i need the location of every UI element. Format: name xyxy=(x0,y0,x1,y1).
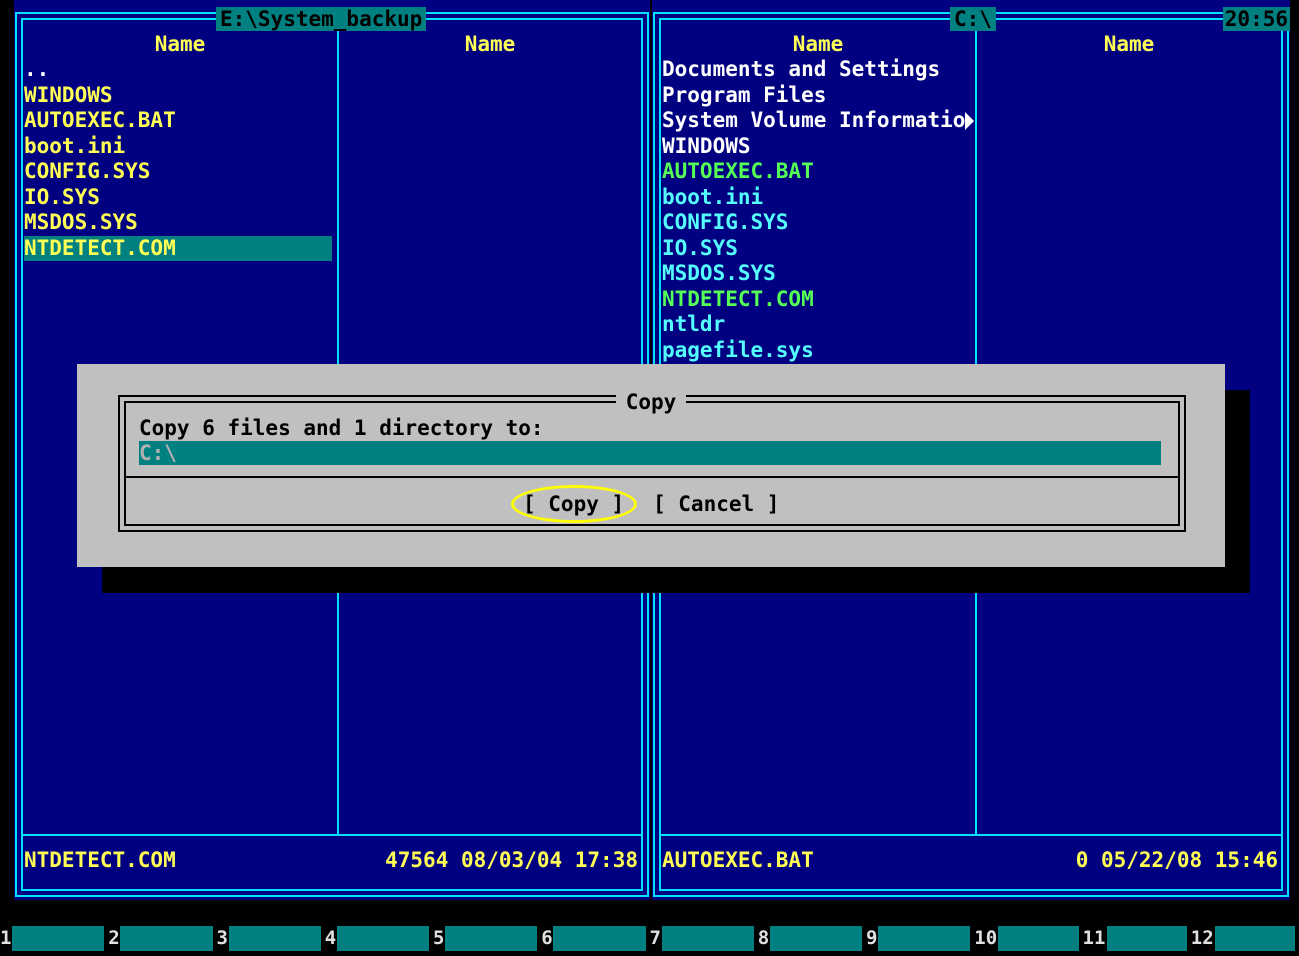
right-status-file-info: 0 05/22/08 15:46 xyxy=(1075,848,1278,872)
right-column-header-name[interactable]: Name xyxy=(661,32,975,57)
function-key-number: 12 xyxy=(1190,927,1214,949)
left-column-header-name[interactable]: Name xyxy=(23,32,337,57)
function-key-7[interactable]: 7 xyxy=(650,925,758,952)
truncated-name-arrow-icon xyxy=(965,112,975,130)
file-list-item[interactable]: IO.SYS xyxy=(24,185,332,211)
function-key-label xyxy=(553,926,646,951)
file-list-item[interactable]: CONFIG.SYS xyxy=(662,210,976,236)
function-key-2[interactable]: 2 xyxy=(108,925,216,952)
file-list-item[interactable]: AUTOEXEC.BAT xyxy=(662,159,976,185)
function-key-label xyxy=(998,926,1079,951)
function-key-6[interactable]: 6 xyxy=(541,925,649,952)
file-list-item[interactable]: Program Files xyxy=(662,83,976,109)
copy-dialog: Copy Copy 6 files and 1 directory to: [ … xyxy=(77,364,1225,567)
file-list-item[interactable]: System Volume Informatio xyxy=(662,108,976,134)
function-key-number: 9 xyxy=(866,927,878,949)
file-list-item[interactable]: pagefile.sys xyxy=(662,338,976,364)
function-key-bar: 1 2 3 4 5 6 7 8 9 10 11 12 xyxy=(0,925,1299,956)
file-list-item[interactable]: MSDOS.SYS xyxy=(24,210,332,236)
function-key-number: 1 xyxy=(0,927,12,949)
file-list-item[interactable]: CONFIG.SYS xyxy=(24,159,332,185)
file-list-item[interactable]: NTDETECT.COM xyxy=(662,287,976,313)
file-list-item[interactable]: AUTOEXEC.BAT xyxy=(24,108,332,134)
function-key-number: 6 xyxy=(541,927,553,949)
function-key-11[interactable]: 11 xyxy=(1083,925,1191,952)
right-file-list: Documents and Settings Program Files Syste… xyxy=(662,57,976,363)
cancel-button[interactable]: [ Cancel ] xyxy=(653,492,779,518)
function-key-label xyxy=(336,926,429,951)
function-key-3[interactable]: 3 xyxy=(217,925,325,952)
function-key-8[interactable]: 8 xyxy=(758,925,866,952)
function-key-label xyxy=(228,926,321,951)
right-panel-path: C:\ xyxy=(950,7,996,31)
file-list-item[interactable]: IO.SYS xyxy=(662,236,976,262)
file-list-item[interactable]: MSDOS.SYS xyxy=(662,261,976,287)
clock: 20:56 xyxy=(1222,7,1290,31)
left-panel-path: E:\System_backup xyxy=(216,7,427,31)
function-key-10[interactable]: 10 xyxy=(974,925,1082,952)
file-list-item[interactable]: boot.ini xyxy=(662,185,976,211)
function-key-label xyxy=(12,926,105,951)
file-list-item[interactable]: WINDOWS xyxy=(662,134,976,160)
file-list-item[interactable]: .. xyxy=(24,57,332,83)
file-list-item[interactable]: NTDETECT.COM xyxy=(24,235,332,261)
file-list-item[interactable]: ntldr xyxy=(662,312,976,338)
function-key-number: 7 xyxy=(649,927,661,949)
function-key-4[interactable]: 4 xyxy=(325,925,433,952)
function-key-number: 2 xyxy=(108,927,120,949)
function-key-label xyxy=(1214,926,1295,951)
function-key-9[interactable]: 9 xyxy=(866,925,974,952)
function-key-label xyxy=(445,926,538,951)
function-key-label xyxy=(878,926,971,951)
function-key-label xyxy=(120,926,213,951)
function-key-1[interactable]: 1 xyxy=(0,925,108,952)
file-list-item[interactable]: boot.ini xyxy=(24,134,332,160)
file-list-item[interactable]: Documents and Settings xyxy=(662,57,976,83)
right-column-header-name-2[interactable]: Name xyxy=(977,32,1281,57)
dialog-title: Copy xyxy=(615,390,687,414)
file-list-item[interactable]: WINDOWS xyxy=(24,83,332,109)
function-key-number: 3 xyxy=(216,927,228,949)
dialog-prompt: Copy 6 files and 1 directory to: xyxy=(139,416,544,440)
right-status-filename: AUTOEXEC.BAT xyxy=(662,848,814,872)
right-status-divider xyxy=(661,834,1281,836)
function-key-label xyxy=(769,926,862,951)
left-column-header-name-2[interactable]: Name xyxy=(339,32,641,57)
destination-input[interactable] xyxy=(139,441,1161,465)
function-key-12[interactable]: 12 xyxy=(1191,925,1299,952)
function-key-label xyxy=(661,926,754,951)
left-status-divider xyxy=(23,834,641,836)
function-key-number: 8 xyxy=(757,927,770,949)
left-status-filename: NTDETECT.COM xyxy=(24,848,176,872)
function-key-5[interactable]: 5 xyxy=(433,925,541,952)
function-key-number: 5 xyxy=(433,927,445,949)
function-key-number: 4 xyxy=(324,927,337,949)
copy-button[interactable]: [ Copy ] xyxy=(523,492,624,518)
function-key-label xyxy=(1106,926,1187,951)
left-file-list: .. WINDOWS AUTOEXEC.BAT boot.ini CONFIG.SYS I… xyxy=(24,57,332,261)
dialog-separator xyxy=(124,476,1180,478)
left-status-file-info: 47564 08/03/04 17:38 xyxy=(385,848,638,872)
function-key-number: 11 xyxy=(1082,927,1106,949)
function-key-number: 10 xyxy=(974,927,998,949)
